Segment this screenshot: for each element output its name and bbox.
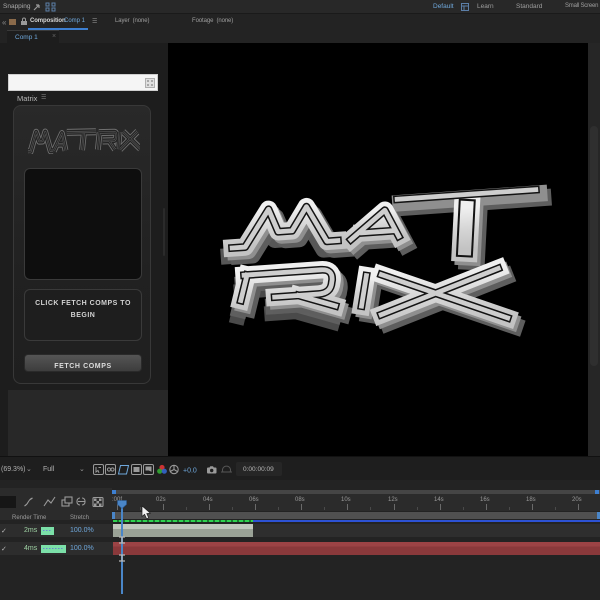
svg-text:+0.0: +0.0: [183, 468, 197, 475]
